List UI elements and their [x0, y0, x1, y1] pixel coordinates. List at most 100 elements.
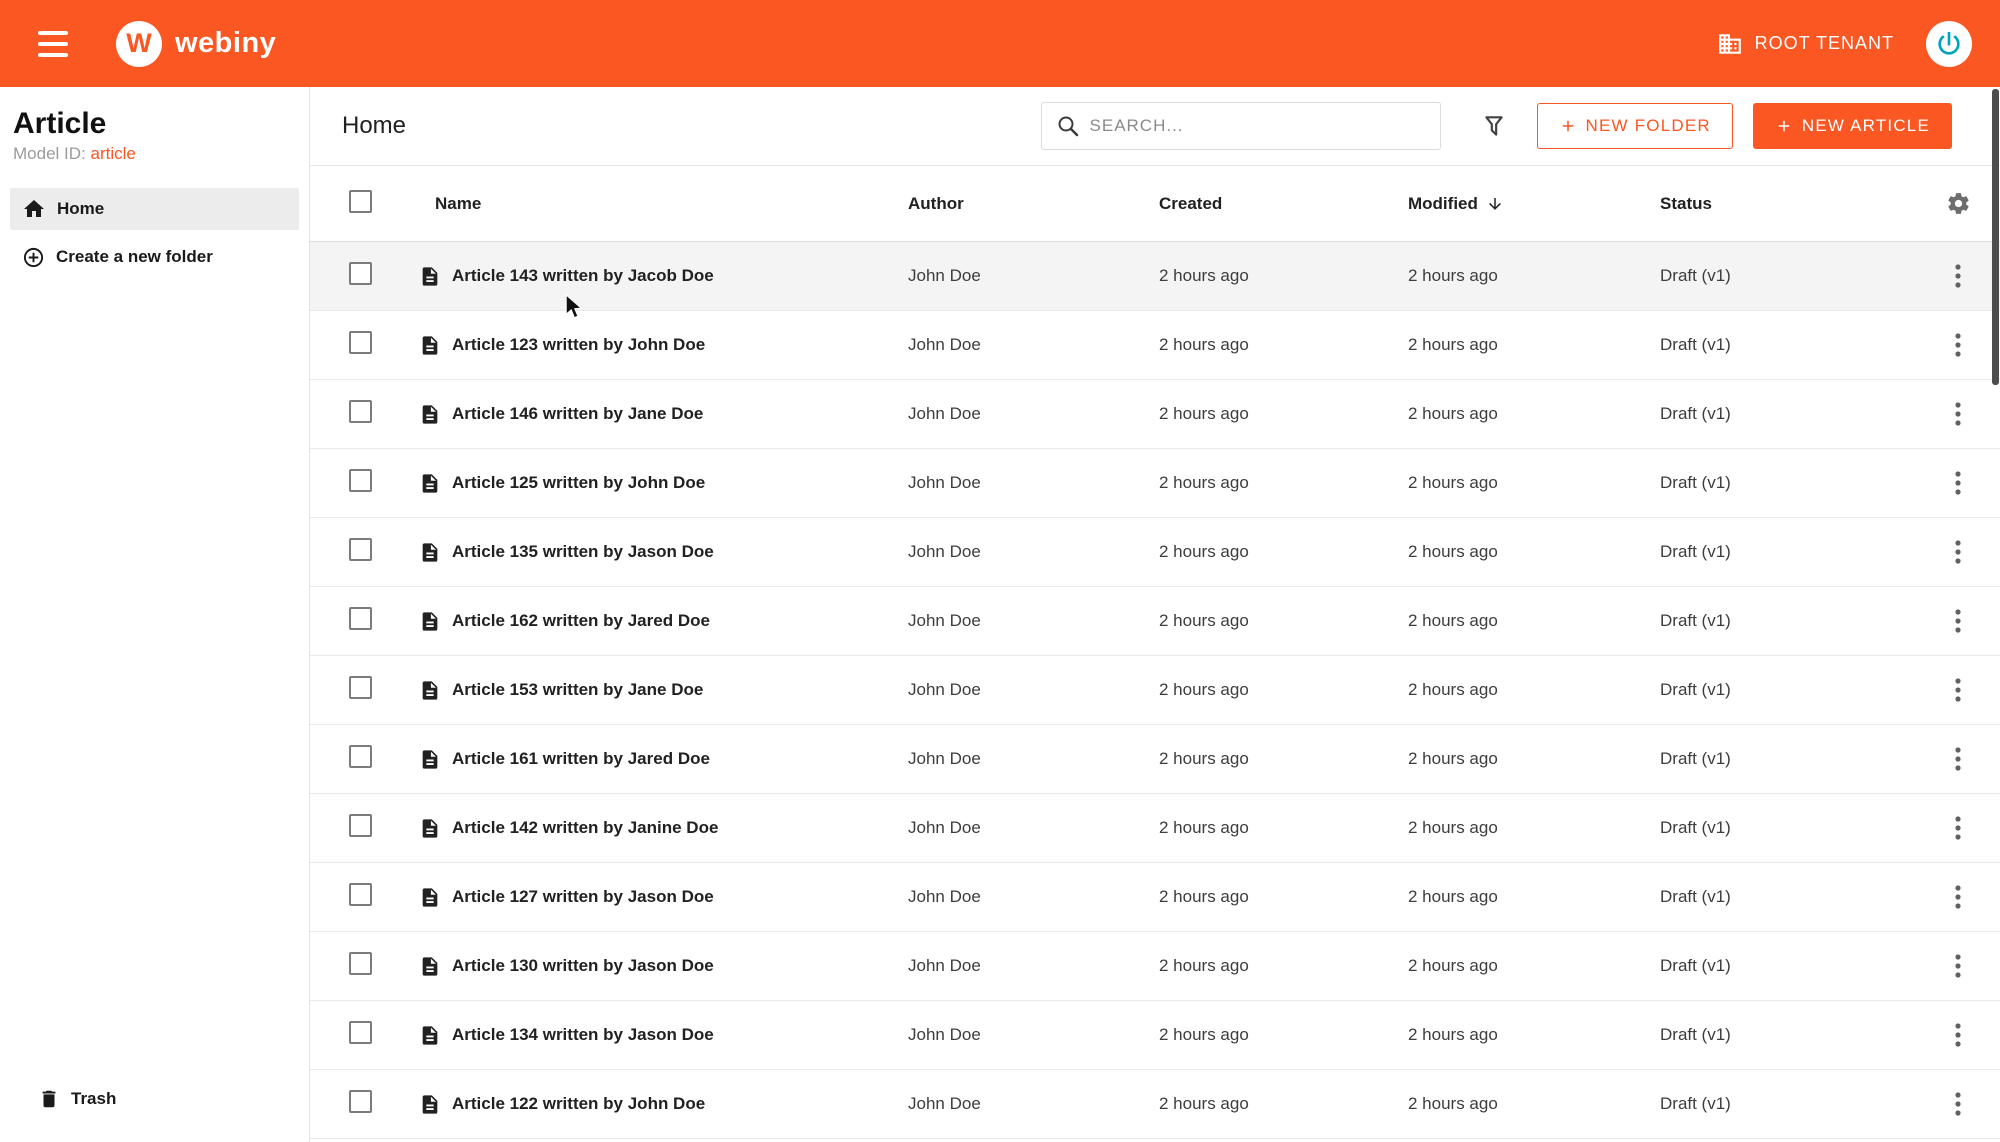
- row-menu-button[interactable]: [1946, 1022, 1970, 1048]
- table-row[interactable]: Article 134 written by Jason Doe John Do…: [310, 1001, 2000, 1070]
- column-header-created[interactable]: Created: [1159, 194, 1408, 214]
- row-menu-button[interactable]: [1946, 815, 1970, 841]
- breadcrumb: Home: [342, 112, 407, 139]
- article-name[interactable]: Article 127 written by Jason Doe: [452, 887, 714, 907]
- document-icon: [419, 402, 441, 427]
- author-cell: John Doe: [908, 473, 981, 492]
- sidebar-item-home[interactable]: Home: [10, 188, 299, 230]
- row-checkbox[interactable]: [349, 538, 372, 561]
- created-cell: 2 hours ago: [1159, 404, 1249, 423]
- article-name[interactable]: Article 122 written by John Doe: [452, 1094, 705, 1114]
- row-checkbox[interactable]: [349, 400, 372, 423]
- article-name[interactable]: Article 125 written by John Doe: [452, 473, 705, 493]
- status-cell: Draft (v1): [1660, 611, 1731, 630]
- plus-circle-icon: [22, 246, 45, 269]
- table-row[interactable]: Article 153 written by Jane Doe John Doe…: [310, 656, 2000, 725]
- table-row[interactable]: Article 162 written by Jared Doe John Do…: [310, 587, 2000, 656]
- row-menu-button[interactable]: [1946, 332, 1970, 358]
- row-menu-button[interactable]: [1946, 263, 1970, 289]
- row-checkbox[interactable]: [349, 883, 372, 906]
- modified-cell: 2 hours ago: [1408, 404, 1498, 423]
- column-header-name[interactable]: Name: [419, 194, 908, 214]
- table-row[interactable]: Article 142 written by Janine Doe John D…: [310, 794, 2000, 863]
- row-checkbox[interactable]: [349, 469, 372, 492]
- table-row[interactable]: Article 161 written by Jared Doe John Do…: [310, 725, 2000, 794]
- row-checkbox[interactable]: [349, 331, 372, 354]
- create-folder-label: Create a new folder: [56, 247, 213, 266]
- tenant-selector[interactable]: ROOT TENANT: [1717, 31, 1894, 57]
- author-cell: John Doe: [908, 749, 981, 768]
- row-menu-button[interactable]: [1946, 470, 1970, 496]
- created-cell: 2 hours ago: [1159, 335, 1249, 354]
- main-content: Home NEW FOLDER NEW ARTICLE Name: [310, 87, 2000, 1142]
- status-cell: Draft (v1): [1660, 335, 1731, 354]
- article-name[interactable]: Article 142 written by Janine Doe: [452, 818, 718, 838]
- create-folder-button[interactable]: Create a new folder: [10, 236, 299, 278]
- column-header-author[interactable]: Author: [908, 194, 1159, 214]
- row-menu-button[interactable]: [1946, 746, 1970, 772]
- article-name[interactable]: Article 134 written by Jason Doe: [452, 1025, 714, 1045]
- table-settings-button[interactable]: [1946, 191, 1971, 216]
- row-checkbox[interactable]: [349, 814, 372, 837]
- search-input[interactable]: [1089, 116, 1426, 136]
- select-all-checkbox[interactable]: [349, 189, 372, 213]
- sidebar-item-label: Home: [57, 199, 105, 218]
- row-menu-button[interactable]: [1946, 884, 1970, 910]
- hamburger-menu-button[interactable]: [38, 30, 70, 57]
- row-menu-button[interactable]: [1946, 1091, 1970, 1117]
- row-checkbox[interactable]: [349, 1090, 372, 1113]
- article-name[interactable]: Article 130 written by Jason Doe: [452, 956, 714, 976]
- row-menu-button[interactable]: [1946, 401, 1970, 427]
- row-menu-button[interactable]: [1946, 608, 1970, 634]
- article-name[interactable]: Article 162 written by Jared Doe: [452, 611, 710, 631]
- kebab-icon: [1955, 885, 1961, 909]
- row-checkbox[interactable]: [349, 262, 372, 285]
- trash-button[interactable]: Trash: [0, 1078, 309, 1120]
- row-menu-button[interactable]: [1946, 677, 1970, 703]
- row-checkbox[interactable]: [349, 607, 372, 630]
- vertical-scrollbar[interactable]: [1992, 89, 1999, 385]
- created-cell: 2 hours ago: [1159, 542, 1249, 561]
- article-name[interactable]: Article 135 written by Jason Doe: [452, 542, 714, 562]
- sidebar-footer: Trash: [0, 1078, 309, 1142]
- article-name[interactable]: Article 123 written by John Doe: [452, 335, 705, 355]
- created-cell: 2 hours ago: [1159, 887, 1249, 906]
- author-cell: John Doe: [908, 956, 981, 975]
- filter-icon: [1484, 116, 1503, 136]
- document-icon: [419, 1092, 441, 1117]
- table-row[interactable]: Article 135 written by Jason Doe John Do…: [310, 518, 2000, 587]
- kebab-icon: [1955, 1023, 1961, 1047]
- row-checkbox[interactable]: [349, 952, 372, 975]
- row-checkbox[interactable]: [349, 745, 372, 768]
- column-header-status[interactable]: Status: [1660, 194, 1946, 214]
- article-name[interactable]: Article 161 written by Jared Doe: [452, 749, 710, 769]
- filter-button[interactable]: [1481, 113, 1507, 139]
- modified-cell: 2 hours ago: [1408, 611, 1498, 630]
- document-icon: [419, 816, 441, 841]
- article-name[interactable]: Article 153 written by Jane Doe: [452, 680, 703, 700]
- row-menu-button[interactable]: [1946, 539, 1970, 565]
- search-box[interactable]: [1040, 102, 1441, 150]
- document-icon: [419, 885, 441, 910]
- row-menu-button[interactable]: [1946, 953, 1970, 979]
- author-cell: John Doe: [908, 542, 981, 561]
- column-header-modified[interactable]: Modified: [1408, 194, 1660, 214]
- table-row[interactable]: Article 143 written by Jacob Doe John Do…: [310, 242, 2000, 311]
- modified-cell: 2 hours ago: [1408, 1025, 1498, 1044]
- status-cell: Draft (v1): [1660, 1094, 1731, 1113]
- row-checkbox[interactable]: [349, 676, 372, 699]
- row-checkbox[interactable]: [349, 1021, 372, 1044]
- table-row[interactable]: Article 127 written by Jason Doe John Do…: [310, 863, 2000, 932]
- new-article-button[interactable]: NEW ARTICLE: [1752, 103, 1952, 149]
- sidebar-nav: Home Create a new folder: [0, 188, 309, 278]
- table-row[interactable]: Article 130 written by Jason Doe John Do…: [310, 932, 2000, 1001]
- new-folder-button[interactable]: NEW FOLDER: [1536, 103, 1733, 149]
- table-row[interactable]: Article 122 written by John Doe John Doe…: [310, 1070, 2000, 1139]
- article-name[interactable]: Article 146 written by Jane Doe: [452, 404, 703, 424]
- article-name[interactable]: Article 143 written by Jacob Doe: [452, 266, 714, 286]
- status-cell: Draft (v1): [1660, 404, 1731, 423]
- avatar[interactable]: [1926, 20, 1972, 67]
- table-row[interactable]: Article 123 written by John Doe John Doe…: [310, 311, 2000, 380]
- table-row[interactable]: Article 146 written by Jane Doe John Doe…: [310, 380, 2000, 449]
- table-row[interactable]: Article 125 written by John Doe John Doe…: [310, 449, 2000, 518]
